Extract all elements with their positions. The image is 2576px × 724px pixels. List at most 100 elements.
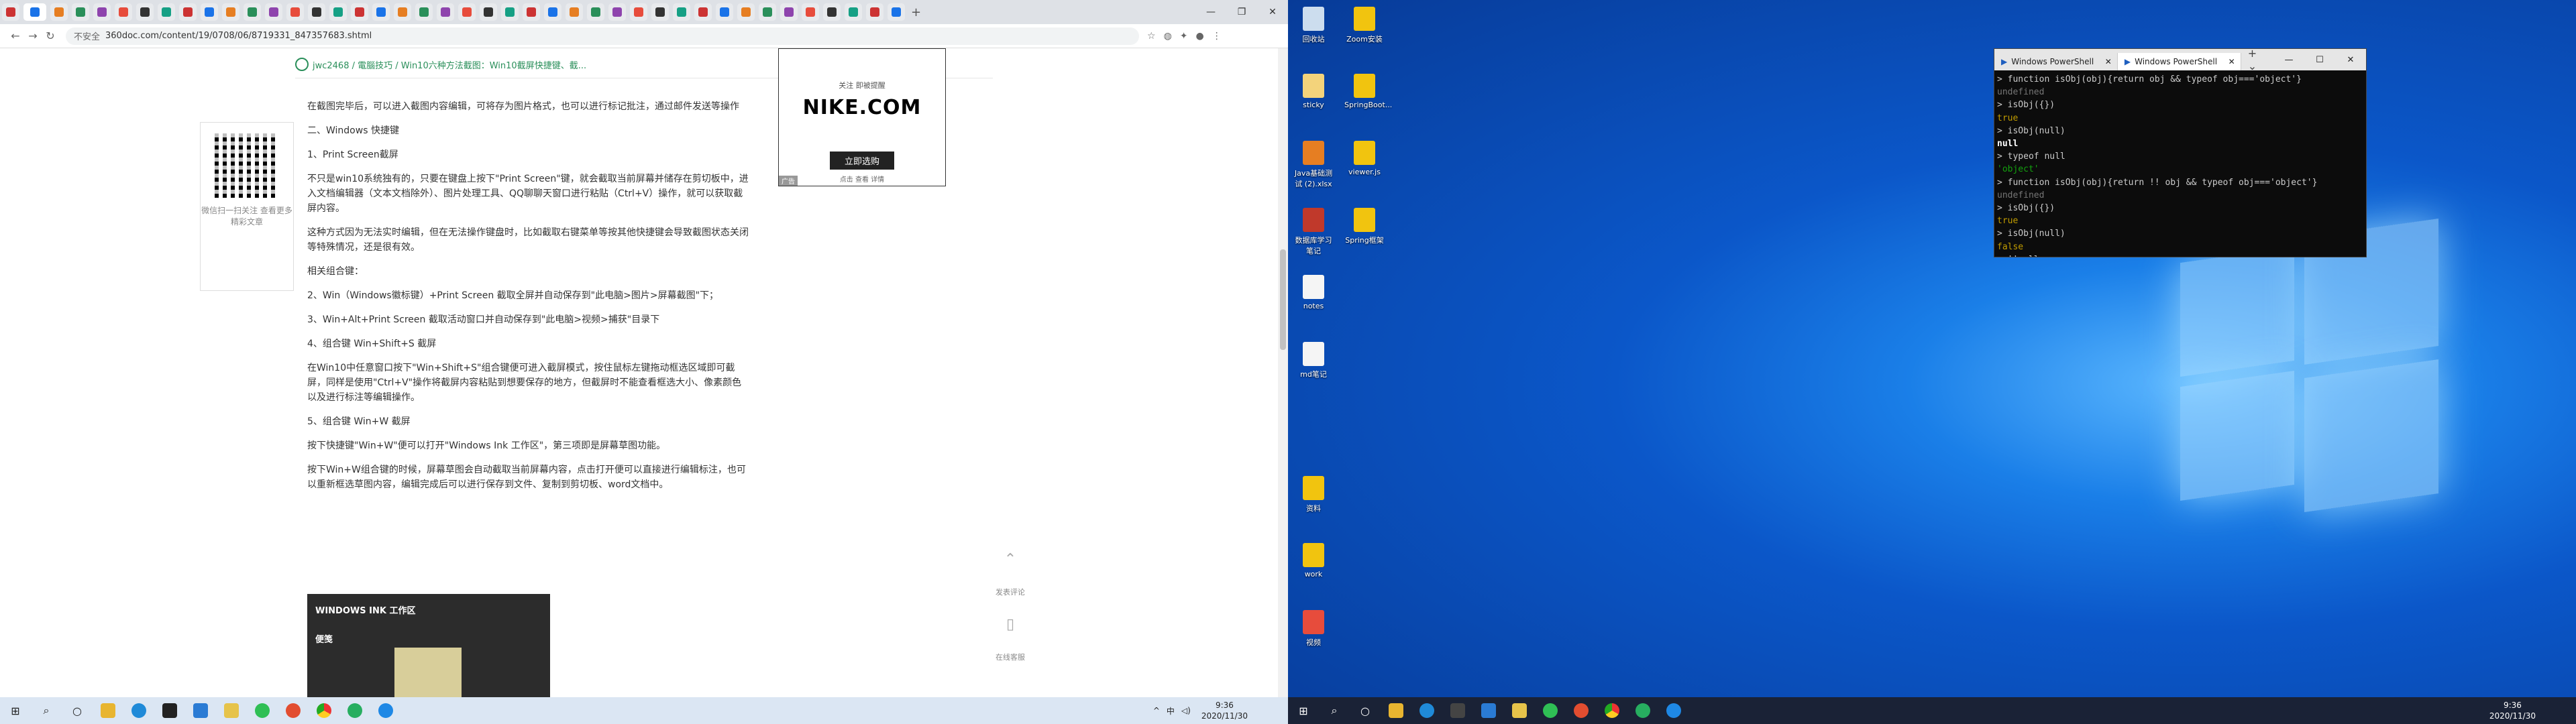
terminal-icon[interactable] [1442, 697, 1473, 724]
forward-icon[interactable]: → [24, 29, 42, 42]
browser-tab[interactable] [544, 3, 561, 21]
bookmark-star-icon[interactable]: ☆ [1147, 31, 1156, 42]
browser-tab[interactable] [286, 3, 304, 21]
chat-icon[interactable] [1658, 697, 1689, 724]
browser-tab[interactable] [523, 3, 540, 21]
explorer-icon[interactable] [1381, 697, 1411, 724]
minimize-button[interactable]: — [2273, 49, 2304, 70]
terminal-icon[interactable] [154, 697, 185, 724]
browser-tab[interactable] [308, 3, 325, 21]
browser-tab[interactable] [265, 3, 282, 21]
new-tab-button[interactable]: + [911, 5, 921, 19]
desktop-icon[interactable]: work [1293, 543, 1334, 579]
close-button[interactable]: ✕ [2335, 49, 2366, 70]
scrollbar-thumb[interactable] [1280, 249, 1286, 350]
browser-tab[interactable] [394, 3, 411, 21]
chrome-icon[interactable] [309, 697, 339, 724]
close-button[interactable]: ✕ [1257, 0, 1288, 24]
browser-tab[interactable] [115, 3, 132, 21]
scroll-top-button[interactable]: ⌃ [996, 551, 1025, 568]
browser-tab[interactable] [158, 3, 175, 21]
browser-tab[interactable] [23, 3, 46, 21]
terminal-output[interactable]: > function isObj(obj){return obj && type… [1994, 70, 2366, 257]
url-field[interactable]: 不安全 360doc.com/content/19/0708/06/871933… [66, 27, 1139, 45]
notes-icon[interactable] [216, 697, 247, 724]
browser-tab[interactable] [802, 3, 819, 21]
browser-tab[interactable] [501, 3, 519, 21]
desktop-icon[interactable]: 数据库学习 笔记 [1293, 208, 1334, 256]
desktop-icon[interactable]: 回收站 [1293, 7, 1334, 44]
browser-tab[interactable] [630, 3, 647, 21]
desktop-icon[interactable]: sticky [1293, 74, 1334, 109]
browser-tab[interactable] [566, 3, 583, 21]
browser-tab[interactable] [222, 3, 239, 21]
browser-tab[interactable] [50, 3, 68, 21]
app2-icon[interactable] [1627, 697, 1658, 724]
desktop-icon[interactable]: viewer.js [1344, 141, 1385, 176]
browser-tab[interactable] [866, 3, 883, 21]
browser-tab[interactable] [608, 3, 626, 21]
back-icon[interactable]: ← [7, 29, 24, 42]
browser-tab[interactable] [759, 3, 776, 21]
desktop-icon[interactable]: Spring框架 [1344, 208, 1385, 245]
close-tab-icon[interactable]: ✕ [2105, 57, 2112, 66]
browser-tab[interactable] [737, 3, 755, 21]
new-tab-button[interactable]: + ⌄ [2241, 47, 2273, 72]
comment-button[interactable]: 发表评论 [996, 587, 1025, 597]
browser-tab[interactable] [651, 3, 669, 21]
search-icon[interactable]: ⌕ [31, 697, 62, 724]
browser-tab[interactable] [201, 3, 218, 21]
profile-icon[interactable]: ● [1196, 31, 1204, 42]
browser-tab[interactable] [72, 3, 89, 21]
browser-tab[interactable] [415, 3, 433, 21]
tray-expand-icon[interactable]: ^ [1153, 706, 1160, 715]
close-tab-icon[interactable]: ✕ [2229, 57, 2235, 66]
menu-icon[interactable]: ⋮ [1212, 31, 1222, 42]
browser-tab[interactable] [179, 3, 197, 21]
ad-cta-button[interactable]: 立即选购 [829, 152, 894, 170]
minimize-button[interactable]: — [1195, 0, 1226, 24]
browser-tab[interactable] [694, 3, 712, 21]
git-icon[interactable] [278, 697, 309, 724]
browser-tab[interactable] [136, 3, 154, 21]
browser-tab[interactable] [480, 3, 497, 21]
terminal-tab-2[interactable]: ▶ Windows PowerShell ✕ [2117, 53, 2241, 70]
clock[interactable]: 9:36 2020/11/30 [1201, 700, 1248, 721]
vscode-icon[interactable] [185, 697, 216, 724]
desktop-icon[interactable]: Java基础测试 (2).xlsx [1293, 141, 1334, 189]
ad-banner[interactable]: 关注 即被提醒 NIKE.COM 立即选购 点击 查看 详情 广告 [778, 48, 946, 186]
desktop-icon[interactable]: SpringBoot... [1344, 74, 1392, 109]
browser-tab[interactable] [823, 3, 841, 21]
maximize-button[interactable]: ☐ [2304, 49, 2335, 70]
puzzle-icon[interactable]: ✦ [1180, 31, 1188, 42]
app2-icon[interactable] [339, 697, 370, 724]
browser-tab[interactable] [458, 3, 476, 21]
browser-tab[interactable] [2, 3, 19, 21]
breadcrumb-text[interactable]: jwc2468 / 電腦技巧 / Win10六种方法截图：Win10截屏快捷键、… [313, 58, 586, 71]
ime-icon[interactable]: 中 [1167, 705, 1175, 717]
insecure-badge[interactable]: 不安全 [74, 29, 100, 42]
chat-icon[interactable] [370, 697, 401, 724]
browser-tab[interactable] [673, 3, 690, 21]
browser-tab[interactable] [329, 3, 347, 21]
terminal-tab-1[interactable]: ▶ Windows PowerShell ✕ [1994, 53, 2118, 70]
browser-tab[interactable] [93, 3, 111, 21]
desktop-icon[interactable]: md笔记 [1293, 342, 1334, 379]
maximize-button[interactable]: ❐ [1226, 0, 1257, 24]
start-icon[interactable]: ⊞ [1288, 697, 1319, 724]
desktop-icon[interactable]: notes [1293, 275, 1334, 310]
desktop-icon[interactable]: Zoom安装 [1344, 7, 1385, 44]
desktop-icon[interactable]: 视频 [1293, 610, 1334, 648]
browser-tab[interactable] [351, 3, 368, 21]
browser-tab[interactable] [437, 3, 454, 21]
explorer-icon[interactable] [93, 697, 123, 724]
notes-icon[interactable] [1504, 697, 1535, 724]
reload-icon[interactable]: ↻ [42, 29, 59, 42]
chrome-icon[interactable] [1597, 697, 1627, 724]
app-icon[interactable] [123, 697, 154, 724]
browser-tab[interactable] [845, 3, 862, 21]
browser-tab[interactable] [372, 3, 390, 21]
wechat-icon[interactable] [247, 697, 278, 724]
task-view-icon[interactable]: ○ [1350, 697, 1381, 724]
vscode-icon[interactable] [1473, 697, 1504, 724]
